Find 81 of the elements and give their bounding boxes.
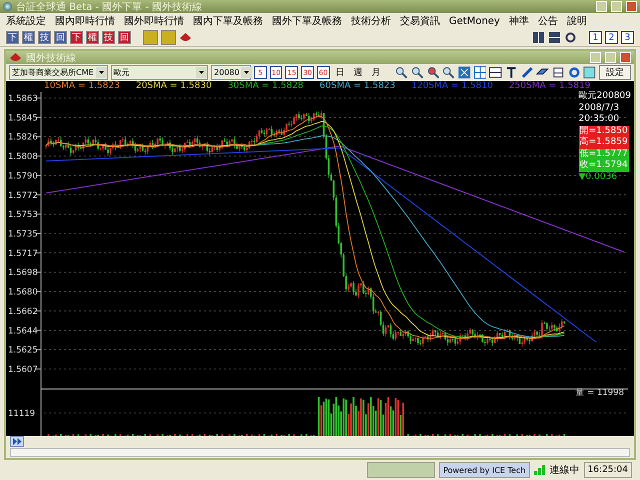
quote-value: 開=1.5850 [578, 126, 629, 137]
period-button[interactable]: 日 [332, 66, 348, 79]
menu-item[interactable]: 神準 [508, 14, 529, 28]
menu-item[interactable]: 國內即時行情 [55, 14, 115, 28]
legend-label: 120SMA = 1.5810 [411, 81, 493, 92]
clock-text: 16:25:04 [584, 462, 632, 478]
legend-label: 30SMA = 1.5828 [228, 81, 304, 92]
close-button[interactable] [626, 1, 637, 12]
window-title: 台証全球通 Beta - 國外下單 - 國外技術線 [16, 0, 202, 14]
zoom-in-icon[interactable] [426, 66, 440, 79]
fast-forward-button[interactable] [10, 436, 24, 447]
axis-label: 1.5753 [8, 210, 38, 220]
quote-value: 高=1.5859 [578, 137, 629, 148]
toolbar-button[interactable]: 技 [102, 31, 115, 44]
axis-label: 1.5863 [8, 94, 38, 104]
menu-item[interactable]: 國外下單及帳務 [272, 14, 342, 28]
status-field [367, 462, 436, 478]
exchange-dropdown[interactable]: 芝加哥商業交易所CME [9, 65, 108, 80]
toolbar-button[interactable]: 技 [38, 31, 51, 44]
axis-label: 1.5625 [8, 346, 38, 356]
connection-status: 連線中 [550, 464, 580, 477]
layout-button[interactable]: 2 [605, 31, 618, 44]
close-button[interactable] [620, 52, 631, 63]
settings-button[interactable]: 設定 [599, 65, 631, 80]
axis-label: 1.5772 [8, 190, 38, 201]
axis-label: 1.5845 [8, 113, 38, 124]
axis-label: 1.5717 [8, 248, 38, 259]
toolbar-button[interactable]: 回 [54, 31, 67, 44]
rows-icon[interactable] [548, 31, 561, 44]
toolbar-button[interactable]: 下 [70, 31, 83, 44]
menu-item[interactable]: GetMoney [449, 16, 500, 26]
pencil-icon[interactable] [520, 66, 534, 79]
axis-label: 1.5790 [8, 171, 38, 182]
expand-icon[interactable] [458, 66, 471, 79]
layout-button[interactable]: 3 [621, 31, 634, 44]
menu-item[interactable]: 國外即時行情 [124, 14, 184, 28]
axis-label: 1.5698 [8, 268, 38, 278]
axis-label: 1.5808 [8, 152, 38, 162]
legend-label: 10SMA = 1.5823 [44, 81, 120, 92]
signal-icon [534, 465, 546, 475]
powered-by-label: Powered by ICE Tech [439, 462, 530, 478]
quote-text: ▼0.0036 [578, 172, 618, 183]
toolbar-button[interactable]: 下 [6, 31, 19, 44]
legend-label: 20SMA = 1.5830 [136, 81, 212, 92]
period-button[interactable]: 月 [368, 66, 384, 79]
quote-value: 低=1.5777 [578, 148, 629, 160]
axis-label: 1.5826 [8, 132, 38, 143]
horizontal-scrollbar[interactable] [10, 448, 630, 457]
menu-item[interactable]: 公告 [538, 14, 558, 28]
menu-item[interactable]: 交易資訊 [400, 14, 440, 28]
columns-icon[interactable] [532, 31, 545, 44]
menu-item[interactable]: 系統設定 [6, 14, 46, 28]
axis-label: 1.5680 [8, 288, 38, 298]
menu-item[interactable]: 說明 [566, 14, 587, 28]
quote-text: 2008/7/3 [578, 102, 620, 114]
inner-window-title: 國外技術線 [26, 52, 76, 64]
axis-label: 1.5644 [8, 326, 38, 336]
symbol-dropdown[interactable]: 歐元 [110, 65, 208, 80]
legend-label: 250SMA = 1.5819 [508, 81, 591, 91]
zoom-in-icon[interactable] [395, 66, 408, 79]
quote-value: 收=1.5794 [578, 160, 629, 172]
quote-text: 歐元200809 [578, 91, 631, 102]
axis-label: 1.5735 [8, 230, 38, 240]
quote-text: 20:35:00 [578, 114, 620, 126]
app-logo-icon [3, 2, 12, 11]
text-tool-icon[interactable] [505, 66, 518, 79]
menu-item[interactable]: 技術分析 [351, 14, 391, 28]
period-button[interactable]: 週 [350, 66, 366, 79]
layout-button[interactable]: 1 [589, 31, 602, 44]
contract-dropdown[interactable]: 20080 [211, 65, 252, 80]
color-swatch-icon[interactable] [583, 66, 596, 79]
volume-label: 量 = 11998 [575, 388, 624, 398]
menu-item[interactable]: 國內下單及帳務 [193, 14, 263, 28]
axis-label: 1.5662 [8, 306, 38, 317]
toolbar-button[interactable]: 權 [86, 31, 99, 44]
legend-label: 60SMA = 1.5823 [320, 81, 396, 92]
grid-icon[interactable] [474, 66, 486, 79]
toolbar-button[interactable]: 回 [118, 31, 131, 44]
axis-label: 11119 [8, 409, 36, 419]
toolbar-button[interactable]: 權 [22, 31, 35, 44]
axis-label: 1.5607 [8, 365, 38, 375]
